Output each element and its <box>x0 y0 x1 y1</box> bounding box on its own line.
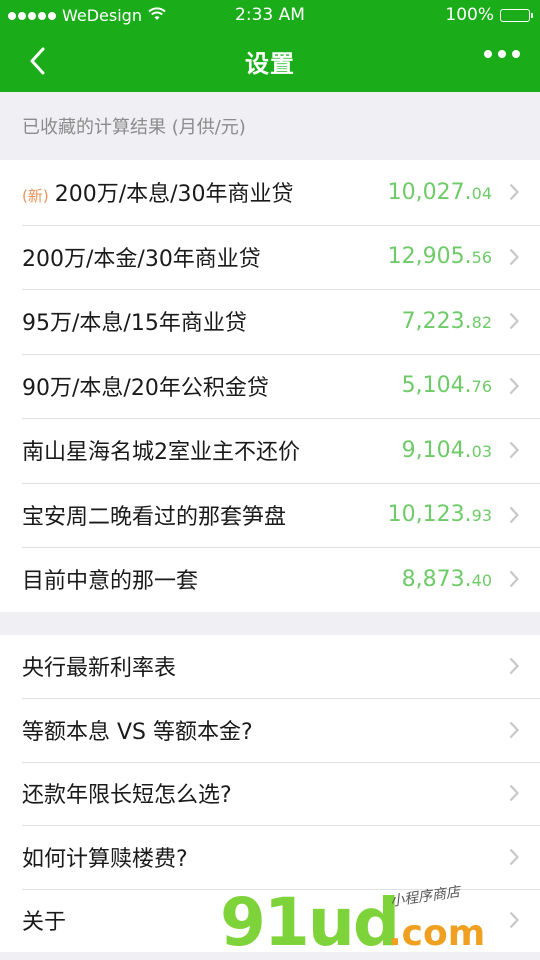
info-row-rate-table[interactable]: 央行最新利率表 <box>0 635 540 699</box>
info-row-term-choice[interactable]: 还款年限长短怎么选? <box>0 761 540 826</box>
chevron-right-icon <box>508 311 520 331</box>
info-row-redemption-fee[interactable]: 如何计算赎楼费? <box>0 825 540 889</box>
watermark-small: 小程序商店 <box>389 884 461 910</box>
monthly-payment: 9,104.03 <box>401 437 492 463</box>
more-dot <box>512 50 520 58</box>
chevron-right-icon <box>508 440 520 460</box>
chevron-right-icon <box>508 247 520 267</box>
info-label: 还款年限长短怎么选? <box>22 783 232 809</box>
chevron-right-icon <box>508 376 520 396</box>
monthly-payment: 10,027.04 <box>387 179 492 205</box>
saved-result-row[interactable]: 目前中意的那一套 8,873.40 <box>0 547 540 612</box>
monthly-payment: 8,873.40 <box>401 566 492 592</box>
saved-results-header: 已收藏的计算结果 (月供/元) <box>0 92 540 160</box>
more-button[interactable] <box>484 50 520 58</box>
battery-icon <box>500 8 533 22</box>
saved-result-row[interactable]: 宝安周二晚看过的那套笋盘 10,123.93 <box>0 482 540 548</box>
chevron-right-icon <box>508 847 520 867</box>
info-label: 等额本息 VS 等额本金? <box>22 719 253 745</box>
saved-result-row[interactable]: 南山星海名城2室业主不还价 9,104.03 <box>0 418 540 483</box>
section-divider <box>0 611 540 635</box>
watermark-big: 91ud <box>220 884 400 960</box>
info-row-compare[interactable]: 等额本息 VS 等额本金? <box>0 698 540 762</box>
chevron-right-icon <box>508 783 520 803</box>
info-label: 央行最新利率表 <box>22 656 177 682</box>
saved-result-label: 95万/本息/15年商业贷 <box>22 311 247 337</box>
page-title: 设置 <box>245 50 295 78</box>
saved-result-label: 宝安周二晚看过的那套笋盘 <box>22 504 287 530</box>
saved-result-label: (新) 200万/本息/30年商业贷 <box>22 182 294 208</box>
saved-result-row[interactable]: 90万/本息/20年公积金贷 5,104.76 <box>0 353 540 419</box>
new-tag: (新) <box>22 187 49 206</box>
saved-result-label: 90万/本息/20年公积金贷 <box>22 375 269 401</box>
saved-result-row[interactable]: 200万/本金/30年商业贷 12,905.56 <box>0 224 540 290</box>
battery-percent: 100% <box>445 5 494 25</box>
watermark-logo: 91ud .com 小程序商店 <box>220 884 520 960</box>
status-right: 100% <box>445 5 533 25</box>
monthly-payment: 12,905.56 <box>387 244 492 270</box>
monthly-payment: 10,123.93 <box>387 502 492 528</box>
watermark-com: .com <box>388 913 486 954</box>
settings-screen: WeDesign 2:33 AM 100% 设置 已收藏的计算结果 (月供/元)… <box>0 0 540 960</box>
status-bar: WeDesign 2:33 AM 100% <box>0 0 540 30</box>
chevron-right-icon <box>508 182 520 202</box>
saved-result-row[interactable]: (新) 200万/本息/30年商业贷 10,027.04 <box>0 160 540 225</box>
chevron-right-icon <box>508 656 520 676</box>
more-dot <box>498 50 506 58</box>
chevron-right-icon <box>508 569 520 589</box>
monthly-payment: 5,104.76 <box>401 373 492 399</box>
saved-result-row[interactable]: 95万/本息/15年商业贷 7,223.82 <box>0 289 540 354</box>
saved-result-label: 南山星海名城2室业主不还价 <box>22 440 300 466</box>
monthly-payment: 7,223.82 <box>401 308 492 334</box>
chevron-right-icon <box>508 505 520 525</box>
top-bar: WeDesign 2:33 AM 100% 设置 <box>0 0 540 92</box>
more-dot <box>484 50 492 58</box>
navigation-bar: 设置 <box>0 30 540 92</box>
info-label: 如何计算赎楼费? <box>22 846 188 872</box>
saved-result-label: 目前中意的那一套 <box>22 569 199 595</box>
saved-results-list: (新) 200万/本息/30年商业贷 10,027.04 200万/本金/30年商… <box>0 160 540 612</box>
saved-result-label: 200万/本金/30年商业贷 <box>22 246 261 272</box>
chevron-right-icon <box>508 720 520 740</box>
